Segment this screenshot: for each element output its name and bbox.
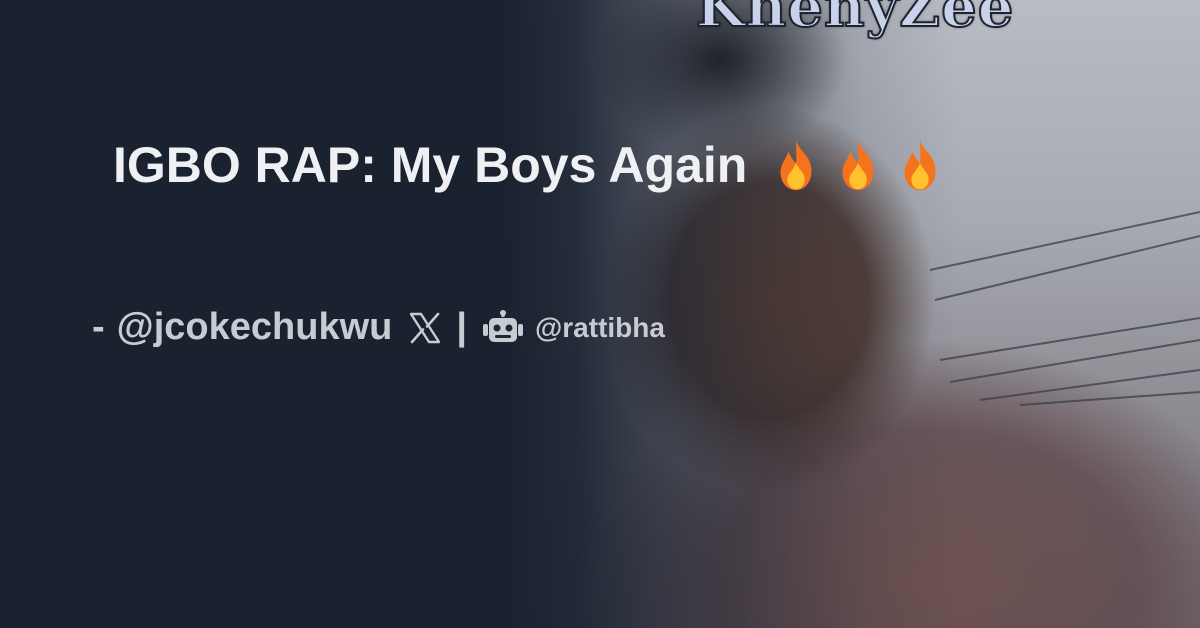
share-card: KhenyZee IGBO RAP: My Boys Again - @jcok… bbox=[0, 0, 1200, 628]
post-title: IGBO RAP: My Boys Again bbox=[113, 136, 949, 194]
fire-icon bbox=[842, 139, 874, 191]
byline-dash: - bbox=[92, 306, 105, 348]
author-handle[interactable]: @jcokechukwu bbox=[117, 306, 393, 349]
site-handle[interactable]: @rattibha bbox=[535, 312, 665, 344]
video-watermark: KhenyZee bbox=[695, 0, 1015, 41]
x-logo-icon bbox=[410, 312, 441, 343]
title-emoji-group bbox=[767, 136, 949, 194]
fire-icon bbox=[904, 139, 936, 191]
post-title-text: IGBO RAP: My Boys Again bbox=[113, 137, 748, 193]
author-byline: - @jcokechukwu | @rattibha bbox=[92, 306, 665, 349]
fire-icon bbox=[780, 139, 812, 191]
byline-separator: | bbox=[456, 306, 467, 348]
robot-icon bbox=[482, 309, 523, 342]
